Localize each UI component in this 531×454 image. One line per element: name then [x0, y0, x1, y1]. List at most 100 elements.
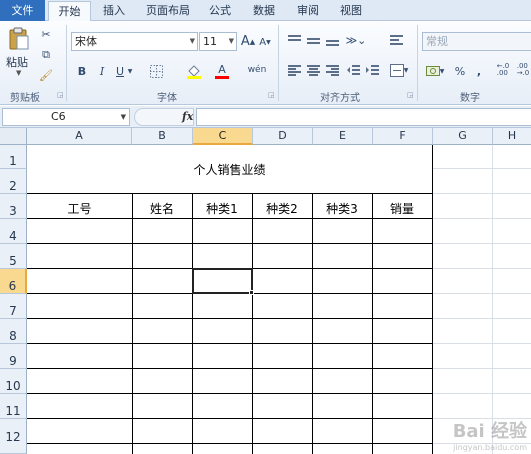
align-top-icon[interactable]	[286, 33, 302, 47]
header-cell: 种类1	[206, 202, 238, 216]
chevron-down-icon[interactable]: ▼	[229, 33, 234, 50]
table-border	[192, 193, 193, 454]
fill-handle[interactable]	[249, 290, 254, 295]
percent-style-button[interactable]: %	[453, 63, 467, 79]
tab-data[interactable]: 数据	[243, 1, 285, 21]
orientation-icon[interactable]: ≫⌄	[345, 32, 367, 48]
format-painter-icon[interactable]: 🖌	[38, 67, 54, 83]
group-divider	[278, 25, 279, 101]
row-header-10[interactable]: 10	[0, 369, 27, 394]
row-header-12[interactable]: 12	[0, 419, 27, 454]
header-cell: 销量	[389, 202, 414, 216]
column-header-e[interactable]: E	[313, 128, 373, 145]
merge-center-icon[interactable]: ▼	[388, 62, 410, 78]
menu-tab-bar: 文件 开始 插入 页面布局 公式 数据 审阅 视图	[0, 0, 531, 22]
group-divider	[66, 25, 67, 101]
row-header-7[interactable]: 7	[0, 294, 27, 319]
font-size-combo[interactable]: 11 ▼	[199, 32, 237, 51]
alignment-group-label: 对齐方式	[320, 93, 360, 104]
row-header-8[interactable]: 8	[0, 319, 27, 344]
table-border	[372, 193, 373, 454]
table-border	[312, 193, 313, 454]
shrink-font-button[interactable]: A ▼	[258, 35, 272, 50]
paste-button-label[interactable]: 粘贴	[6, 54, 28, 70]
align-center-icon[interactable]	[305, 63, 321, 77]
tab-review[interactable]: 审阅	[288, 1, 328, 21]
gridline	[492, 145, 493, 454]
currency-format-icon[interactable]: ▼	[424, 63, 446, 79]
select-all-corner[interactable]	[0, 128, 27, 145]
column-header-d[interactable]: D	[253, 128, 313, 145]
number-format-value: 常规	[426, 35, 448, 48]
group-divider	[417, 25, 418, 101]
copy-icon[interactable]: ⧉	[38, 47, 54, 63]
row-header-2[interactable]: 2	[0, 169, 27, 194]
tab-view[interactable]: 视图	[331, 1, 371, 21]
align-middle-icon[interactable]	[305, 33, 321, 47]
clipboard-group-label: 剪贴板	[10, 93, 40, 104]
table-border	[432, 145, 433, 454]
row-header-3[interactable]: 3	[0, 194, 27, 219]
tab-page-layout[interactable]: 页面布局	[137, 1, 199, 21]
chevron-down-icon[interactable]: ▼	[126, 64, 134, 78]
phonetic-button[interactable]: wén	[245, 61, 269, 79]
bold-button[interactable]: B	[75, 63, 89, 79]
column-header-a[interactable]: A	[27, 128, 132, 145]
comma-style-button[interactable]: ,	[474, 63, 484, 79]
tab-file[interactable]: 文件	[0, 0, 45, 21]
row-header-6[interactable]: 6	[0, 269, 27, 294]
font-launcher-icon[interactable]: ◲	[268, 91, 275, 99]
italic-button[interactable]: I	[95, 63, 109, 79]
column-header-c[interactable]: C	[193, 128, 253, 145]
watermark: Bai 经验 jingyan.baidu.com	[452, 421, 527, 452]
formula-bar: C6 ▼ fx	[0, 106, 531, 128]
increase-indent-icon[interactable]	[364, 63, 380, 77]
active-cell[interactable]	[192, 268, 253, 294]
decrease-decimal-icon[interactable]: .00 →.0	[515, 62, 531, 78]
row-header-11[interactable]: 11	[0, 394, 27, 419]
borders-icon[interactable]	[148, 63, 164, 79]
font-name-combo[interactable]: 宋体 ▼	[71, 32, 198, 51]
name-box-value: C6	[51, 110, 66, 123]
clipboard-launcher-icon[interactable]: ◲	[57, 91, 64, 99]
insert-function-icon[interactable]: fx	[182, 110, 193, 123]
font-color-button[interactable]: A	[215, 63, 229, 79]
row-header-4[interactable]: 4	[0, 219, 27, 244]
table-border	[252, 193, 253, 454]
font-size-value: 11	[203, 35, 217, 48]
align-left-icon[interactable]	[286, 63, 302, 77]
paste-dropdown-icon[interactable]: ▼	[16, 69, 21, 77]
tab-formulas[interactable]: 公式	[200, 1, 240, 21]
column-header-g[interactable]: G	[433, 128, 493, 145]
worksheet-grid[interactable]: 个人销售业绩 工号 姓名 种类1 种类2 种类3 销量	[27, 145, 531, 454]
cut-icon[interactable]: ✂	[38, 26, 54, 42]
underline-button[interactable]: U	[113, 63, 127, 79]
tab-insert[interactable]: 插入	[92, 1, 136, 21]
header-cell: 工号	[67, 202, 92, 216]
decrease-indent-icon[interactable]	[345, 63, 361, 77]
column-header-b[interactable]: B	[132, 128, 193, 145]
alignment-launcher-icon[interactable]: ◲	[407, 91, 414, 99]
sheet-title: 个人销售业绩	[193, 163, 266, 177]
fill-color-icon[interactable]	[185, 63, 203, 79]
chevron-down-icon[interactable]: ▼	[190, 33, 195, 50]
column-header-f[interactable]: F	[373, 128, 433, 145]
row-header-9[interactable]: 9	[0, 344, 27, 369]
chevron-down-icon[interactable]: ▼	[121, 109, 126, 125]
increase-decimal-icon[interactable]: ←.0.00	[494, 62, 512, 78]
font-name-value: 宋体	[75, 35, 97, 48]
formula-input[interactable]	[196, 108, 531, 126]
paste-icon[interactable]	[8, 27, 30, 51]
grow-font-button[interactable]: A ▲	[241, 33, 255, 50]
number-format-combo[interactable]: 常规	[422, 32, 531, 51]
column-header-h[interactable]: H	[493, 128, 531, 145]
font-group-label: 字体	[157, 93, 177, 104]
row-header-5[interactable]: 5	[0, 244, 27, 269]
header-cell: 姓名	[149, 202, 174, 216]
align-bottom-icon[interactable]	[324, 33, 340, 47]
name-box[interactable]: C6 ▼	[2, 108, 130, 126]
wrap-text-icon[interactable]	[388, 31, 404, 49]
align-right-icon[interactable]	[324, 63, 340, 77]
row-header-1[interactable]: 1	[0, 145, 27, 169]
tab-home[interactable]: 开始	[48, 1, 91, 22]
